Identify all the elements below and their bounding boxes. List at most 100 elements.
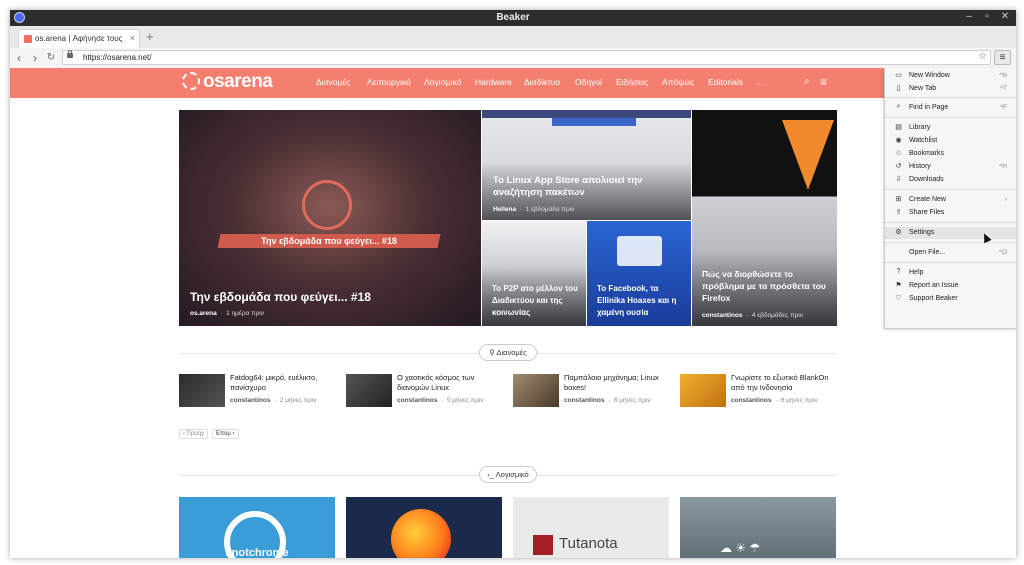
article-title[interactable]: Γνωρίστε το εξωτικό BlankOn από την Ινδο…	[731, 373, 836, 393]
flag-icon: ⚑	[895, 282, 902, 289]
menu-create-new[interactable]: ⊞ Create New ›	[885, 194, 1016, 206]
history-icon: ↺	[895, 163, 902, 170]
menu-separator	[885, 262, 1016, 263]
maximize-icon[interactable]: ▫	[980, 11, 994, 22]
star-icon: ☆	[895, 150, 902, 157]
url-bar[interactable]: https://osarena.net/ ☆	[62, 50, 991, 65]
nav-os[interactable]: Λειτουργικά	[367, 77, 411, 87]
article-thumb[interactable]	[346, 374, 392, 407]
library-icon: ▤	[895, 124, 902, 131]
url-text: https://osarena.net/	[83, 53, 152, 62]
search-icon[interactable]: ⌕	[804, 76, 810, 87]
menu-library[interactable]: ▤ Library	[885, 122, 1016, 134]
software-thumb[interactable]: #notchrome	[179, 497, 335, 558]
forward-button[interactable]: ›	[28, 51, 42, 65]
tab-close-icon[interactable]: ×	[130, 33, 135, 43]
featured-top-middle-title[interactable]: Το Linux App Store απολιοιεί την αναζήτη…	[493, 175, 683, 199]
section-distros-pill[interactable]: ⚲ Διανομές	[479, 344, 537, 361]
menu-settings[interactable]: ⚙ Settings	[885, 227, 1016, 239]
logo-text: osarena	[203, 71, 273, 92]
menu-separator	[885, 97, 1016, 98]
nav-hardware[interactable]: Hardware	[475, 77, 512, 87]
article-title[interactable]: Ο χαοτικός κόσμος των διανομών Linux	[397, 373, 502, 393]
featured-main-meta: os.arena · 1 ημέρα πριν	[190, 310, 264, 317]
menu-downloads[interactable]: ⇩ Downloads	[885, 174, 1016, 186]
featured-bottom-left[interactable]: Το P2P ατο μέλλον του Διαδικτύου και της…	[482, 221, 586, 326]
menu-separator	[885, 222, 1016, 223]
article-title[interactable]: Fatdog64: μικρό, ευέλικτο, πανίσχυρο	[230, 373, 335, 393]
menu-open-file[interactable]: Open File... ^O	[885, 247, 1016, 259]
nav-more[interactable]: ...	[756, 77, 763, 87]
nav-opinions[interactable]: Απόψεις	[662, 77, 694, 87]
tutanota-label: Tutanota	[559, 535, 618, 552]
menu-history[interactable]: ↺ History ^H	[885, 161, 1016, 173]
menu-share-files[interactable]: ⇪ Share Files	[885, 207, 1016, 219]
window-icon: ▭	[895, 72, 902, 79]
banner-text: Την εβδομάδα που φεύγει... #18	[261, 236, 397, 246]
minimize-icon[interactable]: –	[962, 11, 976, 22]
featured-bottom-mid-title[interactable]: Το Facebook, τα Ellinika Hoaxes και η χα…	[597, 283, 687, 319]
article-thumb[interactable]	[680, 374, 726, 407]
featured-bottom-mid[interactable]: Το Facebook, τα Ellinika Hoaxes και η χα…	[587, 221, 691, 326]
plus-box-icon: ⊞	[895, 196, 902, 203]
nav-internet[interactable]: Διαδίκτυο	[524, 77, 560, 87]
software-thumb[interactable]: Tutanota	[513, 497, 669, 558]
new-tab-button[interactable]: +	[146, 29, 154, 44]
menu-separator	[885, 242, 1016, 243]
close-icon[interactable]: ✕	[998, 11, 1012, 22]
menu-watchlist[interactable]: ◉ Watchlist	[885, 135, 1016, 147]
featured-right[interactable]: Πώς να διορθώσετε το πρόβλημα με τα πρόσ…	[692, 110, 837, 326]
web-page: osarena Διανομές Λειτουργικά Λογισμικό H…	[10, 68, 1016, 558]
tutanota-logo-icon	[533, 535, 553, 555]
eye-icon: ◉	[895, 137, 902, 144]
software-thumb[interactable]	[346, 497, 502, 558]
featured-bottom-left-title[interactable]: Το P2P ατο μέλλον του Διαδικτύου και της…	[492, 283, 582, 319]
article-meta: constantinos · 6 μήνες πριν	[564, 397, 651, 404]
article-title[interactable]: Παμπάλαιο μηχάνημα; Linux boxes!	[564, 373, 669, 393]
featured-top-middle[interactable]: Το Linux App Store απολιοιεί την αναζήτη…	[482, 110, 691, 220]
tab-osarena[interactable]: os.arena | Αφήνησε τους κανόνες... ×	[18, 29, 140, 48]
tab-title: os.arena | Αφήνησε τους κανόνες...	[35, 34, 123, 43]
software-thumb[interactable]: ☁ ☀ ☂	[680, 497, 836, 558]
menu-button[interactable]: ≡	[994, 50, 1011, 65]
nav-editorials[interactable]: Editorials	[708, 77, 743, 87]
menu-report-issue[interactable]: ⚑ Report an Issue	[885, 280, 1016, 292]
article-thumb[interactable]	[513, 374, 559, 407]
bookmark-star-icon[interactable]: ☆	[978, 51, 987, 62]
firefox-icon	[391, 509, 451, 558]
nav-software[interactable]: Λογισμικό	[424, 77, 461, 87]
nav-distros[interactable]: Διανομές	[316, 77, 350, 87]
nav-news[interactable]: Ειδήσεις	[616, 77, 648, 87]
back-button[interactable]: ‹	[12, 51, 26, 65]
download-icon: ⇩	[895, 176, 902, 183]
featured-main[interactable]: Την εβδομάδα που φεύγει... #18 Την εβδομ…	[179, 110, 481, 326]
appstore-bar	[482, 110, 691, 118]
weather-icons: ☁ ☀ ☂	[720, 541, 761, 555]
featured-top-middle-meta: Hellena · 1 εβδομάδα πριν	[493, 206, 575, 213]
help-icon: ?	[896, 268, 901, 275]
section-software-pill[interactable]: ›_ Λογισμικό	[479, 466, 537, 483]
featured-main-title[interactable]: Την εβδομάδα που φεύγει... #18	[190, 290, 371, 304]
site-logo[interactable]: osarena	[182, 71, 273, 93]
browser-menu: ▭ New Window ^N ▯ New Tab ^T ⌕ Find in Page ^F…	[884, 68, 1016, 329]
featured-right-title[interactable]: Πώς να διορθώσετε το πρόβλημα με τα πρόσ…	[702, 268, 832, 304]
prev-page-button[interactable]: ‹ Προηγ	[179, 429, 209, 439]
lock-icon	[67, 50, 73, 58]
menu-help[interactable]: ? Help	[885, 267, 1016, 279]
screen-illustration	[617, 236, 662, 266]
menu-separator	[885, 189, 1016, 190]
menu-find-in-page[interactable]: ⌕ Find in Page ^F	[885, 102, 1016, 114]
hamburger-icon[interactable]: ≡	[820, 75, 827, 89]
reload-button[interactable]: ↻	[44, 52, 58, 63]
next-page-button[interactable]: Επομ ›	[212, 429, 239, 439]
menu-new-tab[interactable]: ▯ New Tab ^T	[885, 83, 1016, 95]
share-icon: ⇪	[895, 209, 902, 216]
laptop-emblem-icon	[302, 180, 352, 230]
article-thumb[interactable]	[179, 374, 225, 407]
menu-bookmarks[interactable]: ☆ Bookmarks	[885, 148, 1016, 160]
gear-icon: ⚙	[895, 229, 902, 236]
menu-support-beaker[interactable]: ♡ Support Beaker	[885, 293, 1016, 305]
nav-guides[interactable]: Οδηγοί	[575, 77, 602, 87]
window-title: Beaker	[496, 12, 530, 23]
menu-new-window[interactable]: ▭ New Window ^N	[885, 70, 1016, 82]
